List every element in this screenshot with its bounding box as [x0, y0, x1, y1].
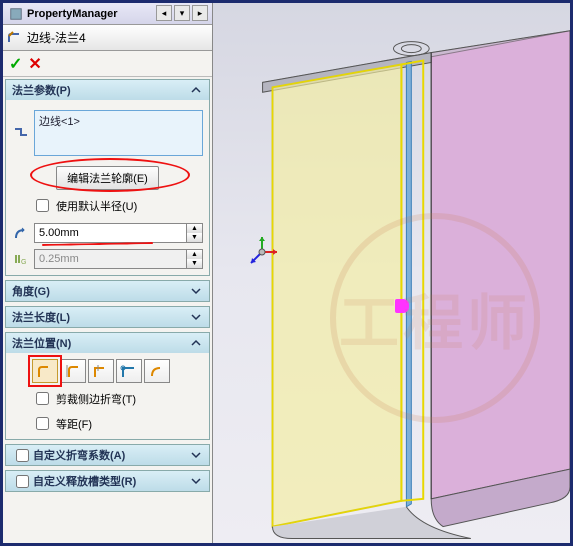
edge-flange-icon [7, 30, 23, 46]
section-header-custom-relief[interactable]: 自定义释放槽类型(R) [6, 471, 209, 491]
chevron-down-icon [189, 474, 203, 488]
annotation-box [28, 355, 62, 387]
chevron-up-icon [189, 336, 203, 350]
pm-title: PropertyManager [27, 8, 117, 20]
spinner-disabled: ▲▼ [187, 249, 203, 269]
section-title-custom-bend: 自定义折弯系数(A) [33, 447, 189, 463]
checkbox-input[interactable] [36, 199, 49, 212]
feature-name: 边线-法兰4 [27, 29, 86, 46]
offset-label: 等距(F) [56, 416, 92, 432]
section-header-params[interactable]: 法兰参数(P) [6, 80, 209, 100]
section-header-angle[interactable]: 角度(G) [6, 281, 209, 301]
ok-cancel-bar: ✓ ✕ [3, 51, 212, 77]
pm-nav-next[interactable]: ▸ [192, 5, 208, 21]
edge-selection-box[interactable]: 边线<1> [34, 110, 203, 156]
section-custom-relief: 自定义释放槽类型(R) [5, 470, 210, 492]
spinner[interactable]: ▲▼ [187, 223, 203, 243]
feature-bar: 边线-法兰4 [3, 25, 212, 51]
section-angle: 角度(G) [5, 280, 210, 302]
trim-side-bends-label: 剪裁侧边折弯(T) [56, 391, 136, 407]
section-title-custom-relief: 自定义释放槽类型(R) [33, 473, 189, 489]
gap-input [34, 249, 187, 269]
chevron-down-icon [189, 448, 203, 462]
position-tangent[interactable] [144, 359, 170, 383]
section-title-length: 法兰长度(L) [12, 309, 70, 325]
bend-radius-input[interactable] [34, 223, 187, 243]
svg-text:G: G [21, 259, 26, 266]
chevron-up-icon [189, 83, 203, 97]
watermark: 工程师 [330, 213, 540, 423]
pm-nav-menu[interactable]: ▾ [174, 5, 190, 21]
position-material-outside[interactable] [60, 359, 86, 383]
origin-triad[interactable] [243, 233, 281, 276]
section-header-length[interactable]: 法兰长度(L) [6, 307, 209, 327]
position-options [32, 359, 203, 383]
section-header-custom-bend[interactable]: 自定义折弯系数(A) [6, 445, 209, 465]
pm-header-icon [9, 7, 23, 21]
edit-flange-profile-button[interactable]: 编辑法兰轮廓(E) [56, 166, 159, 190]
section-position: 法兰位置(N) [5, 332, 210, 440]
pm-nav: ◂ ▾ ▸ [156, 5, 208, 21]
selection-item: 边线<1> [39, 116, 80, 128]
graphics-viewport[interactable]: 工程师 [213, 3, 570, 543]
section-flange-params: 法兰参数(P) 边线<1> 编辑法兰轮廓(E) [5, 79, 210, 276]
section-title-position: 法兰位置(N) [12, 335, 71, 351]
cancel-button[interactable]: ✕ [28, 54, 41, 74]
pm-header: PropertyManager ◂ ▾ ▸ [3, 3, 212, 25]
ok-button[interactable]: ✓ [9, 54, 22, 74]
gap-icon: G [12, 251, 30, 267]
position-virtual-sharp[interactable] [116, 359, 142, 383]
use-default-radius-checkbox[interactable]: 使用默认半径(U) [32, 196, 203, 215]
checkbox-input[interactable] [36, 392, 49, 405]
offset-checkbox[interactable]: 等距(F) [32, 414, 203, 433]
pm-nav-prev[interactable]: ◂ [156, 5, 172, 21]
section-custom-bend: 自定义折弯系数(A) [5, 444, 210, 466]
edge-select-icon [12, 125, 30, 141]
section-title-angle: 角度(G) [12, 283, 50, 299]
checkbox-input[interactable] [16, 449, 29, 462]
bend-radius-icon [12, 225, 30, 241]
checkbox-input[interactable] [36, 417, 49, 430]
bend-radius-field[interactable]: ▲▼ [34, 223, 203, 243]
chevron-down-icon [189, 310, 203, 324]
section-header-position[interactable]: 法兰位置(N) [6, 333, 209, 353]
trim-side-bends-checkbox[interactable]: 剪裁侧边折弯(T) [32, 389, 203, 408]
property-manager-panel: PropertyManager ◂ ▾ ▸ 边线-法兰4 ✓ ✕ 法兰参数(P) [3, 3, 213, 543]
chevron-down-icon [189, 284, 203, 298]
use-default-radius-label: 使用默认半径(U) [56, 198, 137, 214]
section-length: 法兰长度(L) [5, 306, 210, 328]
section-title-params: 法兰参数(P) [12, 82, 71, 98]
position-bend-outside[interactable] [88, 359, 114, 383]
checkbox-input[interactable] [16, 475, 29, 488]
gap-field: ▲▼ [34, 249, 203, 269]
